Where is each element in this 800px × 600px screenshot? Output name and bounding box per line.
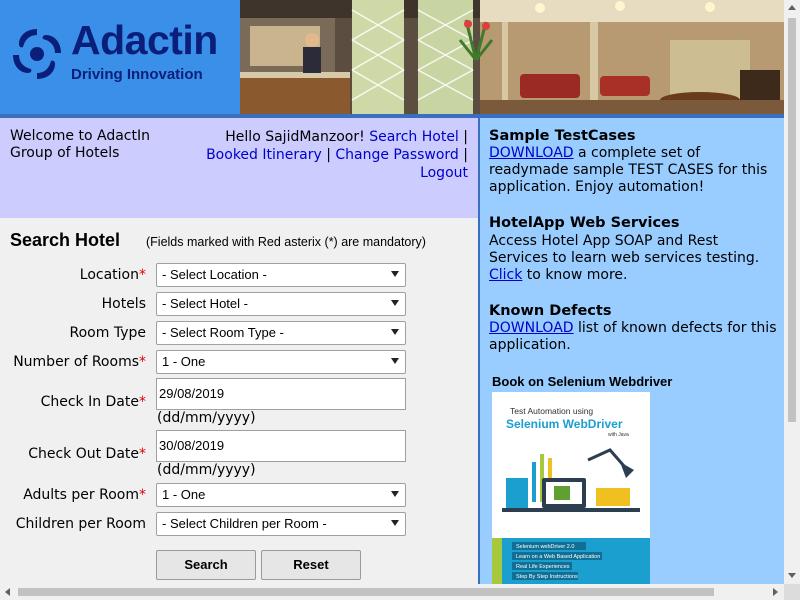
- logo-tagline: Driving Innovation: [71, 66, 203, 83]
- number-of-rooms-label: Number of Rooms*: [13, 354, 146, 370]
- testcases-download-link[interactable]: DOWNLOAD: [489, 145, 574, 161]
- scroll-down-icon[interactable]: [788, 573, 796, 578]
- adults-label: Adults per Room*: [23, 487, 146, 503]
- location-select[interactable]: - Select Location -: [156, 263, 406, 287]
- room-type-select[interactable]: - Select Room Type -: [156, 321, 406, 345]
- check-out-format-hint: (dd/mm/yyyy): [157, 462, 256, 478]
- welcome-panel: Welcome to AdactIn Group of Hotels Hello…: [0, 118, 478, 218]
- hotels-select[interactable]: - Select Hotel -: [156, 292, 406, 316]
- check-out-date-input[interactable]: 30/08/2019: [156, 430, 406, 462]
- scroll-up-icon[interactable]: [788, 5, 796, 10]
- form-title: Search Hotel: [10, 230, 121, 250]
- book-line3: with Java: [608, 432, 629, 438]
- book-bullet-2: Learn on a Web Based Application: [516, 554, 600, 560]
- check-in-format-hint: (dd/mm/yyyy): [157, 410, 256, 426]
- user-nav: Hello SajidManzoor! Search Hotel | Booke…: [206, 129, 468, 181]
- defects-download-link[interactable]: DOWNLOAD: [489, 320, 574, 336]
- sample-testcases-text: DOWNLOAD a complete set of readymade sam…: [489, 145, 768, 195]
- location-label: Location*: [79, 267, 146, 283]
- chevron-down-icon: [391, 271, 399, 277]
- scrollbar-corner: [784, 584, 800, 600]
- book-bullet-4: Step By Step Instructions: [516, 574, 578, 580]
- known-defects-text: DOWNLOAD list of known defects for this …: [489, 320, 777, 353]
- chevron-down-icon: [391, 491, 399, 497]
- user-greeting: Hello SajidManzoor!: [225, 129, 365, 145]
- horizontal-scroll-thumb[interactable]: [18, 588, 714, 596]
- book-cover-image[interactable]: Test Automation using Selenium WebDriver…: [492, 392, 650, 584]
- scroll-right-icon[interactable]: [773, 588, 778, 596]
- chevron-down-icon: [391, 358, 399, 364]
- book-bullet-3: Real Life Experiences: [516, 564, 570, 570]
- web-services-heading: HotelApp Web Services: [489, 215, 680, 231]
- horizontal-scrollbar[interactable]: [0, 584, 784, 600]
- adactin-logo-icon: [13, 29, 61, 79]
- logo-name: Adactin: [71, 17, 218, 63]
- vertical-scrollbar[interactable]: [784, 0, 800, 584]
- web-services-text: Access Hotel App SOAP and Rest Services …: [489, 233, 760, 283]
- check-in-date-input[interactable]: 29/08/2019: [156, 378, 406, 410]
- logo[interactable]: Adactin Driving Innovation: [0, 0, 240, 116]
- chevron-down-icon: [391, 300, 399, 306]
- book-bullet-1: Selenium webDriver 2.0: [516, 544, 574, 550]
- search-button[interactable]: Search: [156, 550, 256, 580]
- hotels-label: Hotels: [101, 296, 146, 312]
- adults-per-room-select[interactable]: 1 - One: [156, 483, 406, 507]
- search-hotel-link[interactable]: Search Hotel: [369, 129, 459, 145]
- vertical-scroll-thumb[interactable]: [788, 18, 796, 422]
- web-services-click-link[interactable]: Click: [489, 267, 522, 283]
- book-line1: Test Automation using: [510, 406, 593, 416]
- mandatory-note: (Fields marked with Red asterix (*) are …: [146, 235, 426, 249]
- book-line2: Selenium WebDriver: [506, 417, 623, 431]
- sample-testcases-heading: Sample TestCases: [489, 128, 636, 144]
- reset-button[interactable]: Reset: [261, 550, 361, 580]
- check-in-label: Check In Date*: [40, 394, 146, 410]
- welcome-message: Welcome to AdactIn Group of Hotels: [10, 128, 150, 161]
- scroll-left-icon[interactable]: [5, 588, 10, 596]
- room-type-label: Room Type: [69, 325, 146, 341]
- book-heading: Book on Selenium Webdriver: [492, 374, 673, 389]
- number-of-rooms-select[interactable]: 1 - One: [156, 350, 406, 374]
- sidebar: Sample TestCases DOWNLOAD a complete set…: [478, 118, 784, 584]
- search-hotel-form: Search Hotel (Fields marked with Red ast…: [0, 218, 478, 584]
- change-password-link[interactable]: Change Password: [335, 147, 458, 163]
- known-defects-heading: Known Defects: [489, 303, 612, 319]
- hotel-lobby-image: [240, 0, 784, 116]
- booked-itinerary-link[interactable]: Booked Itinerary: [206, 147, 322, 163]
- header: Adactin Driving Innovation: [0, 0, 784, 118]
- chevron-down-icon: [391, 520, 399, 526]
- children-label: Children per Room: [15, 516, 146, 532]
- chevron-down-icon: [391, 329, 399, 335]
- logout-link[interactable]: Logout: [420, 165, 468, 181]
- check-out-label: Check Out Date*: [28, 446, 146, 462]
- children-per-room-select[interactable]: - Select Children per Room -: [156, 512, 406, 536]
